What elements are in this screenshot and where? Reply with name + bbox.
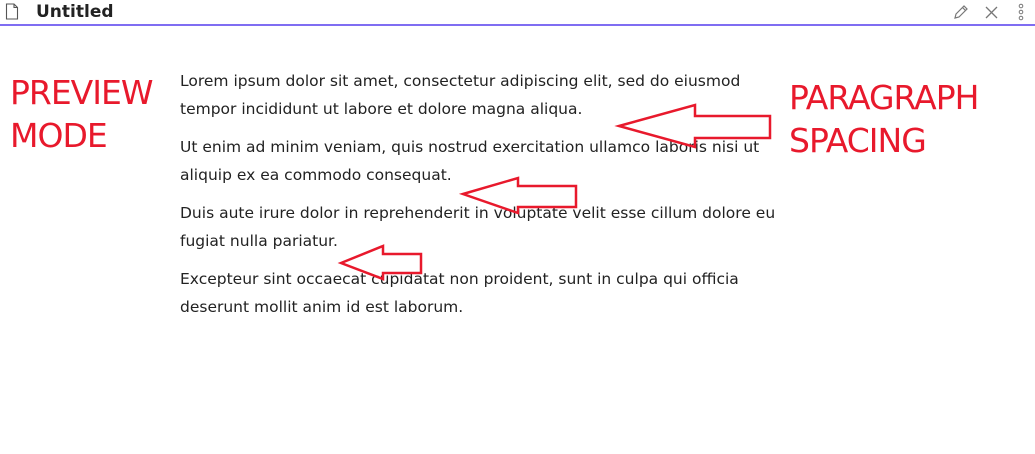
annotation-preview-mode: PREVIEW MODE — [10, 71, 153, 157]
close-icon — [985, 6, 997, 18]
paragraph-line: Lorem ipsum dolor sit amet, consectetur … — [180, 72, 741, 90]
paragraph: Ut enim ad minim veniam, quis nostrud ex… — [180, 133, 820, 189]
annotation-line: SPACING — [789, 121, 927, 160]
title-bar: Untitled — [0, 0, 1035, 26]
paragraph-line: deserunt mollit anim id est laborum. — [180, 298, 464, 316]
paragraph: Excepteur sint occaecat cupidatat non pr… — [180, 265, 820, 321]
close-button[interactable] — [981, 2, 1001, 22]
file-icon — [5, 3, 19, 20]
more-button[interactable] — [1011, 2, 1031, 22]
paragraph: Lorem ipsum dolor sit amet, consectetur … — [180, 67, 820, 123]
page-title: Untitled — [36, 2, 114, 22]
annotation-line: PARAGRAPH — [789, 78, 979, 117]
annotation-paragraph-spacing: PARAGRAPH SPACING — [789, 76, 979, 162]
edit-button[interactable] — [950, 2, 970, 22]
app-window: Untitled Lorem ipsum dolor sit amet, con… — [0, 0, 1035, 454]
paragraph-line: Ut enim ad minim veniam, quis nostrud ex… — [180, 138, 760, 156]
paragraph-line: tempor incididunt ut labore et dolore ma… — [180, 100, 583, 118]
paragraph: Duis aute irure dolor in reprehenderit i… — [180, 199, 820, 255]
preview-content: Lorem ipsum dolor sit amet, consectetur … — [180, 67, 820, 331]
paragraph-line: Duis aute irure dolor in reprehenderit i… — [180, 204, 776, 222]
annotation-line: PREVIEW — [10, 73, 153, 112]
more-vertical-icon — [1018, 3, 1024, 21]
paragraph-line: fugiat nulla pariatur. — [180, 232, 338, 250]
paragraph-line: Excepteur sint occaecat cupidatat non pr… — [180, 270, 739, 288]
annotation-line: MODE — [10, 116, 108, 155]
pencil-icon — [953, 4, 968, 19]
paragraph-line: aliquip ex ea commodo consequat. — [180, 166, 452, 184]
